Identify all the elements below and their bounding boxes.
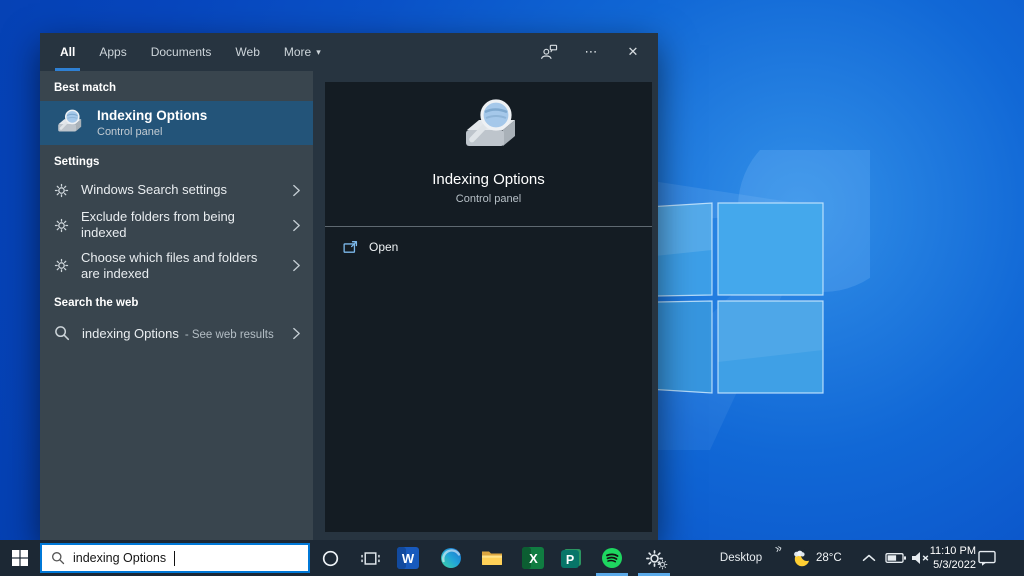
night-cloud-weather-icon <box>789 548 813 568</box>
best-match-subtitle: Control panel <box>97 126 207 138</box>
tab-apps[interactable]: Apps <box>99 33 126 71</box>
taskbar-app-excel[interactable]: X <box>513 540 553 576</box>
taskbar: indexing Options W <box>0 540 1024 576</box>
taskbar-app-file-explorer[interactable] <box>472 540 512 576</box>
chevron-down-icon: ▾ <box>316 47 321 58</box>
preview-subtitle: Control panel <box>456 193 521 205</box>
section-label-best-match: Best match <box>40 71 313 101</box>
gear-icon <box>54 258 69 273</box>
desktop-toolbar-label: Desktop <box>720 552 762 564</box>
search-flyout-window: All Apps Documents Web More ▾ <box>40 33 658 540</box>
chevron-right-icon <box>292 218 301 233</box>
spotify-icon <box>601 547 623 569</box>
desktop-toolbar[interactable]: Desktop » <box>706 540 776 576</box>
svg-text:X: X <box>529 551 538 566</box>
gear-icon <box>54 218 69 233</box>
chevron-right-icon <box>292 326 301 341</box>
action-center-icon <box>977 549 997 567</box>
preview-panel: Indexing Options Control panel Open <box>313 71 658 540</box>
windows-logo-icon <box>12 550 28 566</box>
settings-result-exclude-folders[interactable]: Exclude folders from being indexed <box>40 205 313 246</box>
volume-muted-icon <box>910 550 930 566</box>
settings-result-windows-search-settings[interactable]: Windows Search settings <box>40 175 313 205</box>
publisher-icon: P <box>561 547 583 569</box>
tab-documents[interactable]: Documents <box>151 33 212 71</box>
launch-icon <box>343 240 358 255</box>
taskbar-search-input[interactable]: indexing Options <box>40 543 310 573</box>
clock-date: 5/3/2022 <box>933 558 976 572</box>
taskbar-app-spotify[interactable] <box>592 540 632 576</box>
chevron-right-icon <box>292 258 301 273</box>
clock-time: 11:10 PM <box>930 544 976 558</box>
taskbar-app-settings[interactable] <box>634 540 674 576</box>
chevron-up-icon <box>862 554 876 562</box>
action-center-button[interactable] <box>974 540 1000 576</box>
tab-all[interactable]: All <box>60 33 75 71</box>
search-filter-tabs: All Apps Documents Web More ▾ <box>40 33 321 71</box>
cortana-button[interactable] <box>310 540 350 576</box>
battery-icon <box>885 551 907 565</box>
desktop: All Apps Documents Web More ▾ <box>0 0 1024 576</box>
settings-result-choose-files-folders[interactable]: Choose which files and folders are index… <box>40 246 313 287</box>
indexing-options-icon-large <box>457 96 521 160</box>
chevron-right-icon <box>292 183 301 198</box>
overflow-chevron-icon: » <box>773 540 784 555</box>
more-options-icon[interactable]: ⋯ <box>582 43 600 61</box>
edge-icon <box>440 547 462 569</box>
taskbar-clock[interactable]: 11:10 PM 5/3/2022 <box>928 540 976 576</box>
web-search-query: indexing Options <box>82 326 179 341</box>
best-match-result[interactable]: Indexing Options Control panel <box>40 101 313 145</box>
taskbar-app-publisher[interactable]: P <box>552 540 592 576</box>
svg-text:P: P <box>566 553 574 567</box>
gear-icon <box>54 183 69 198</box>
preview-title: Indexing Options <box>432 171 545 188</box>
search-results-panel: Best match Indexing Options Control pane… <box>40 71 313 540</box>
word-icon: W <box>397 547 419 569</box>
search-header: All Apps Documents Web More ▾ <box>40 33 658 71</box>
preview-card: Indexing Options Control panel Open <box>325 82 652 532</box>
text-caret <box>174 551 175 566</box>
weather-button[interactable] <box>786 540 816 576</box>
start-button[interactable] <box>0 540 40 576</box>
tab-more[interactable]: More ▾ <box>284 33 321 71</box>
tab-web[interactable]: Web <box>235 33 259 71</box>
cortana-icon <box>322 550 339 567</box>
battery-status[interactable] <box>884 540 908 576</box>
web-search-suffix: - See web results <box>185 329 274 341</box>
indexing-options-icon <box>54 108 84 138</box>
search-input-value: indexing Options <box>73 551 166 565</box>
temperature-readout[interactable]: 28°C <box>816 540 856 576</box>
task-view-button[interactable] <box>350 540 390 576</box>
taskbar-app-edge[interactable] <box>431 540 471 576</box>
search-icon <box>51 551 65 565</box>
excel-icon: X <box>522 547 544 569</box>
close-icon[interactable]: ✕ <box>624 43 642 61</box>
svg-text:W: W <box>402 551 415 566</box>
web-search-result[interactable]: indexing Options - See web results <box>40 316 313 350</box>
task-view-icon <box>361 550 380 567</box>
best-match-title: Indexing Options <box>97 108 207 124</box>
section-label-settings: Settings <box>40 145 313 175</box>
taskbar-app-word[interactable]: W <box>388 540 428 576</box>
file-explorer-icon <box>481 549 503 567</box>
settings-gear-icon <box>645 549 664 568</box>
search-icon <box>54 325 70 341</box>
show-hidden-icons-button[interactable] <box>858 540 880 576</box>
section-label-search-web: Search the web <box>40 286 313 316</box>
open-action[interactable]: Open <box>325 227 652 267</box>
feedback-icon[interactable] <box>540 43 558 61</box>
